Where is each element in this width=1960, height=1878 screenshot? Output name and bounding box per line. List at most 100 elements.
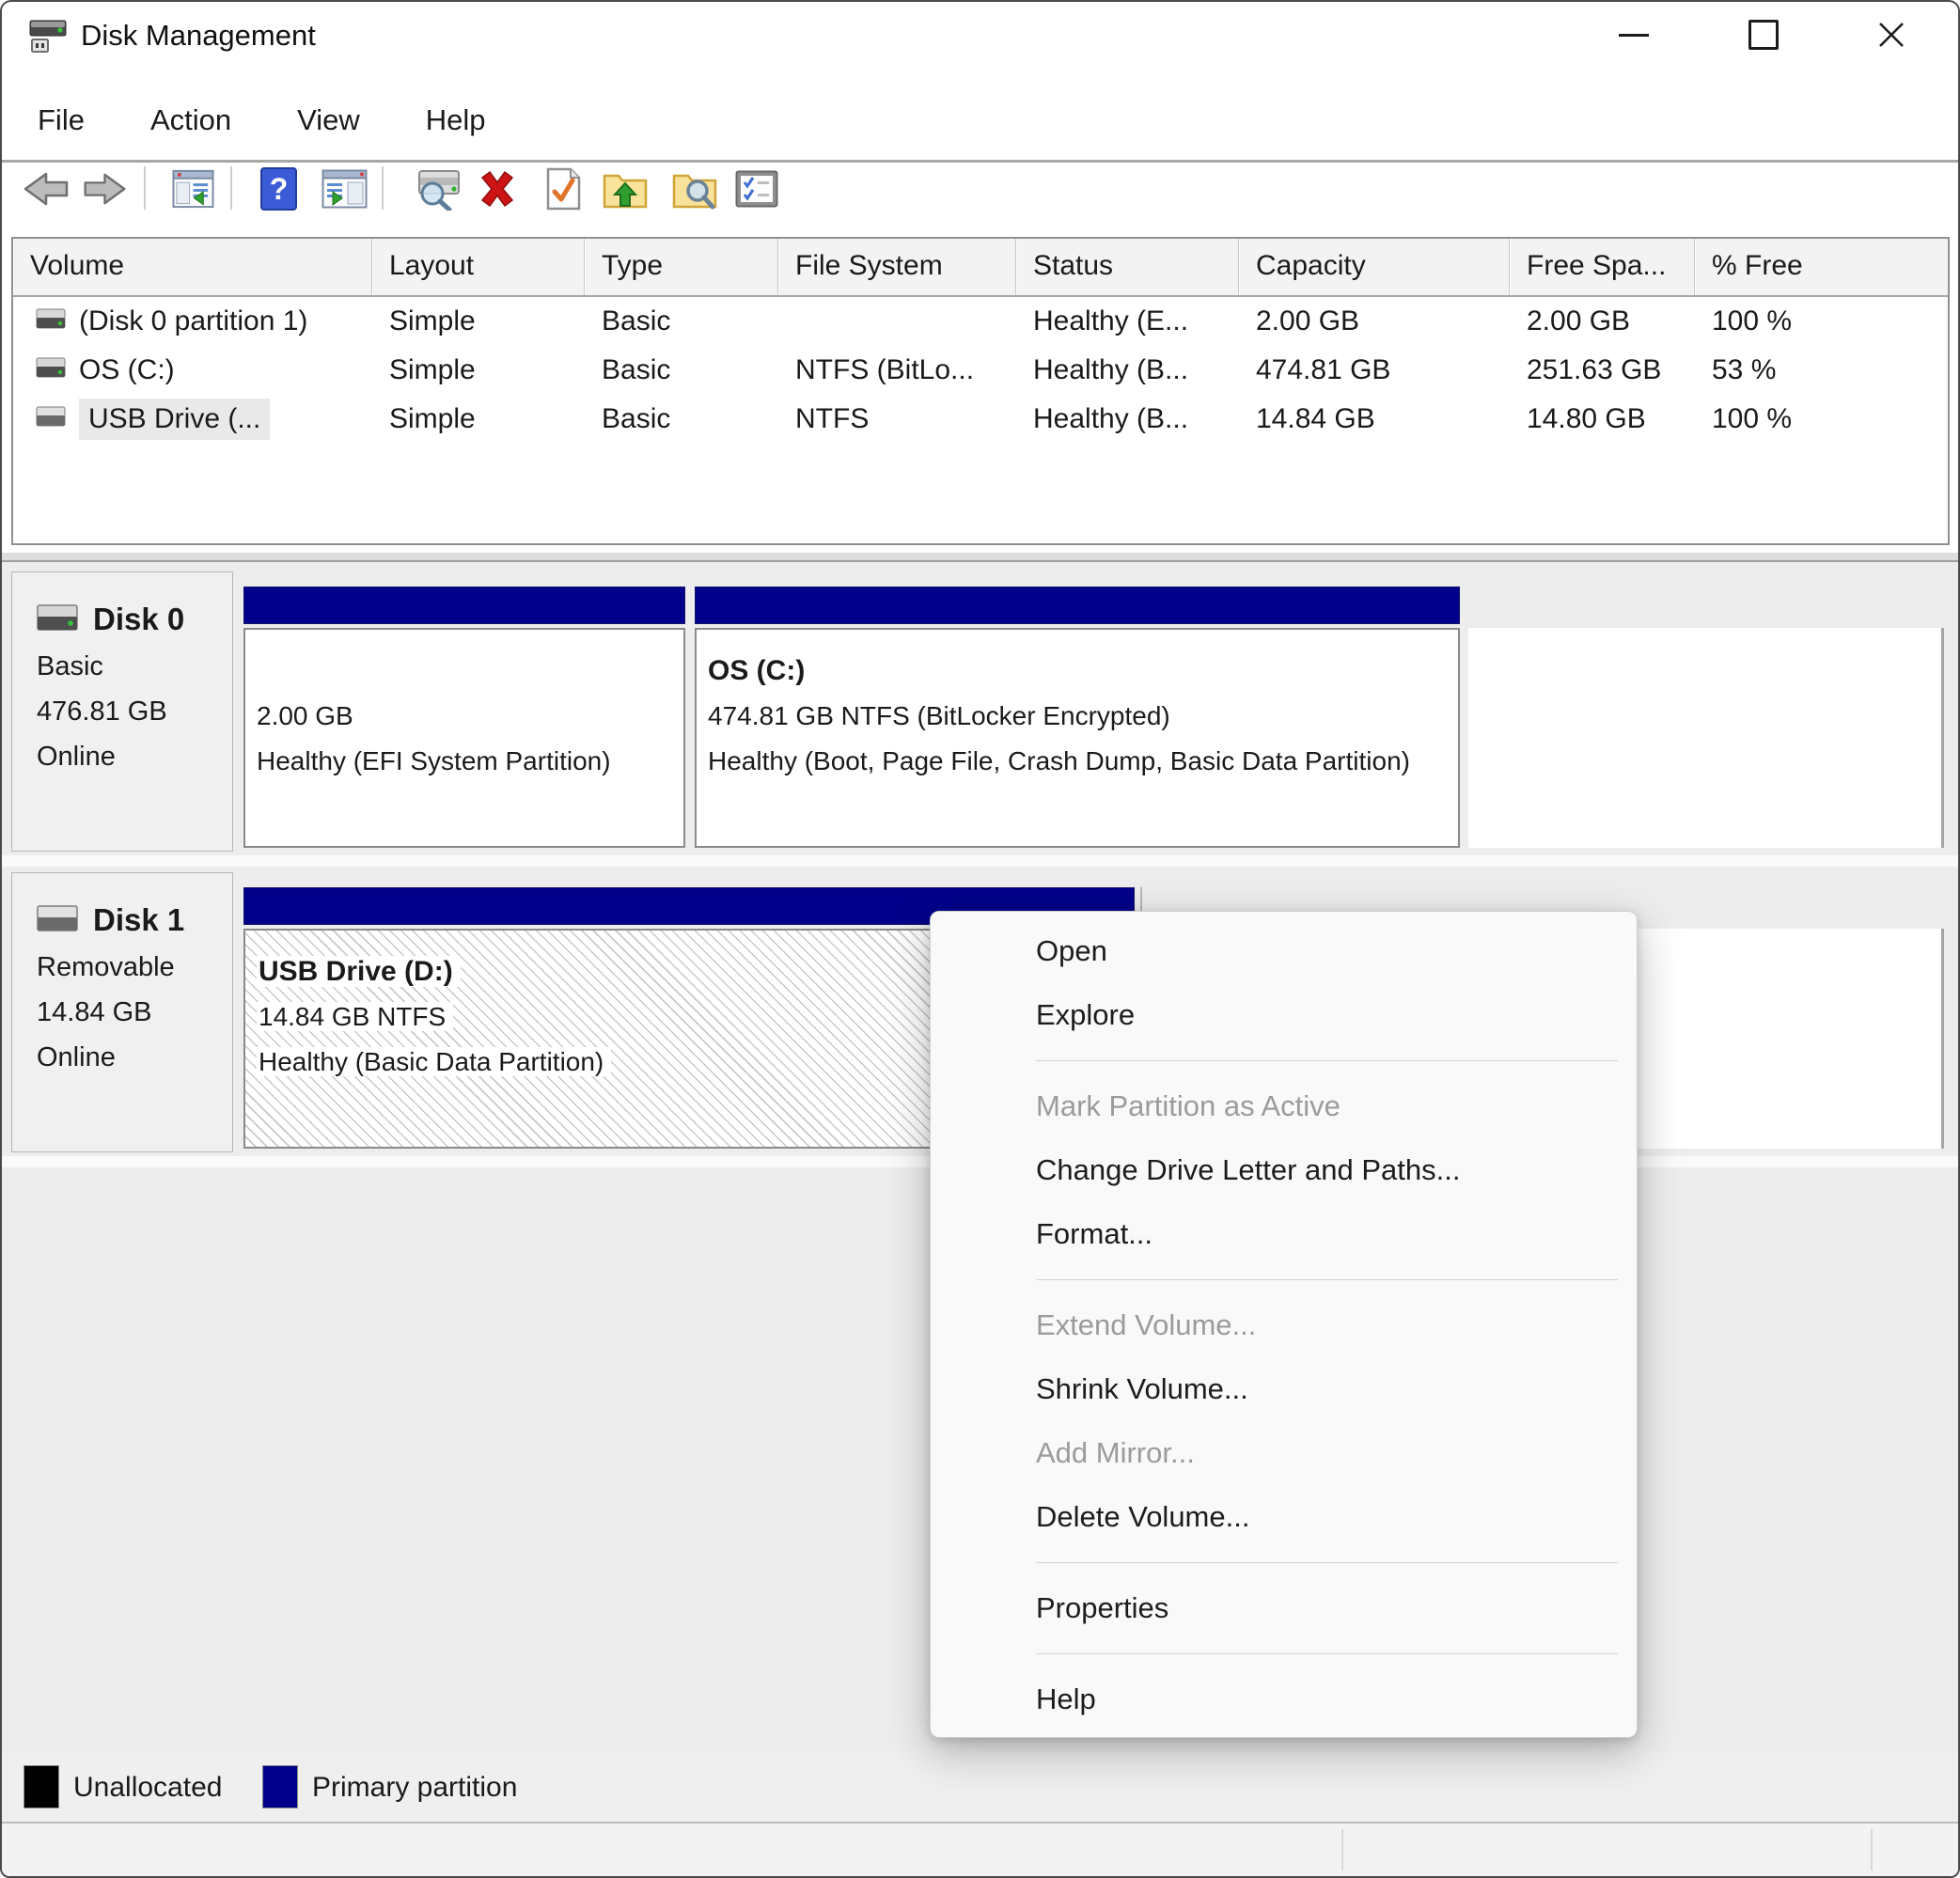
menu-item-format[interactable]: Format... bbox=[931, 1202, 1637, 1266]
disk-management-app-icon bbox=[28, 15, 68, 55]
disk1-icon bbox=[37, 903, 78, 938]
properties-list-icon[interactable] bbox=[735, 166, 778, 211]
disk0-size: 476.81 GB bbox=[37, 696, 167, 727]
disk0-panel[interactable]: Disk 0 Basic 476.81 GB Online bbox=[11, 571, 233, 852]
status-cell: Healthy (B... bbox=[1033, 354, 1189, 385]
unallocated-swatch bbox=[24, 1765, 59, 1808]
partition-status: Healthy (EFI System Partition) bbox=[257, 746, 611, 775]
splitter-bar[interactable] bbox=[2, 553, 1958, 562]
window-title: Disk Management bbox=[81, 19, 316, 52]
menu-item-mark-partition-active: Mark Partition as Active bbox=[1036, 1089, 1341, 1122]
disk0-icon bbox=[37, 603, 78, 637]
free-space-cell: 251.63 GB bbox=[1527, 354, 1662, 385]
show-action-pane-icon[interactable] bbox=[321, 166, 368, 211]
menu-item-extend-volume: Extend Volume... bbox=[1036, 1308, 1257, 1341]
file-system-cell: NTFS (BitLo... bbox=[795, 354, 975, 385]
menu-item-delete-volume[interactable]: Delete Volume... bbox=[931, 1485, 1637, 1549]
delete-volume-icon[interactable] bbox=[472, 166, 522, 211]
splitter[interactable] bbox=[2, 545, 1958, 553]
partition-label bbox=[257, 649, 672, 694]
toolbar-separator bbox=[144, 166, 146, 210]
status-bar-separator bbox=[1341, 1829, 1343, 1870]
col-volume[interactable]: Volume bbox=[13, 239, 372, 295]
menu-file[interactable]: File bbox=[15, 90, 107, 150]
col-layout[interactable]: Layout bbox=[372, 239, 585, 295]
primary-partition-swatch bbox=[262, 1765, 298, 1808]
volume-name: (Disk 0 partition 1) bbox=[79, 305, 308, 336]
minimize-icon bbox=[1619, 33, 1649, 37]
disk1-status: Online bbox=[37, 1042, 116, 1072]
volume-name: USB Drive (... bbox=[79, 399, 271, 440]
disk0-partition1[interactable]: 2.00 GB Healthy (EFI System Partition) bbox=[243, 628, 685, 848]
menu-separator bbox=[1036, 1562, 1618, 1563]
table-row[interactable]: (Disk 0 partition 1) Simple Basic Health… bbox=[13, 297, 1948, 346]
svg-text:?: ? bbox=[270, 172, 289, 206]
explore-folder-icon[interactable] bbox=[671, 166, 718, 211]
menu-action[interactable]: Action bbox=[128, 90, 254, 150]
disk1-panel[interactable]: Disk 1 Removable 14.84 GB Online bbox=[11, 872, 233, 1152]
close-button[interactable] bbox=[1848, 2, 1935, 68]
disk0-type: Basic bbox=[37, 651, 103, 681]
disk0-status: Online bbox=[37, 742, 116, 772]
toolbar-separator bbox=[230, 166, 232, 210]
usb-disk-icon bbox=[36, 395, 66, 444]
toolbar-separator bbox=[382, 166, 384, 210]
menu-view[interactable]: View bbox=[274, 90, 383, 150]
menu-item-shrink-volume[interactable]: Shrink Volume... bbox=[931, 1357, 1637, 1421]
col-capacity[interactable]: Capacity bbox=[1239, 239, 1510, 295]
capacity-cell: 2.00 GB bbox=[1256, 305, 1360, 336]
partition-size: 474.81 GB NTFS (BitLocker Encrypted) bbox=[708, 701, 1170, 730]
disk1-type: Removable bbox=[37, 952, 175, 982]
capacity-cell: 14.84 GB bbox=[1256, 403, 1375, 434]
maximize-button[interactable] bbox=[1720, 2, 1807, 68]
capacity-cell: 474.81 GB bbox=[1256, 354, 1391, 385]
legend-bar: Unallocated Primary partition bbox=[2, 1752, 1958, 1823]
table-row[interactable]: OS (C:) Simple Basic NTFS (BitLo... Heal… bbox=[13, 346, 1948, 395]
table-row-selected[interactable]: USB Drive (... Simple Basic NTFS Healthy… bbox=[13, 395, 1948, 444]
file-system-cell: NTFS bbox=[795, 403, 870, 434]
menu-item-change-drive-letter[interactable]: Change Drive Letter and Paths... bbox=[931, 1138, 1637, 1202]
menu-item-help[interactable]: Help bbox=[931, 1667, 1637, 1731]
file-system-cell bbox=[778, 297, 1016, 346]
show-console-tree-icon[interactable] bbox=[172, 166, 214, 211]
disk0-partition2[interactable]: OS (C:) 474.81 GB NTFS (BitLocker Encryp… bbox=[695, 628, 1460, 848]
volume-name-cell: USB Drive (... bbox=[13, 395, 372, 444]
volume-name-cell: (Disk 0 partition 1) bbox=[13, 297, 372, 346]
help-icon[interactable]: ? bbox=[260, 166, 297, 211]
layout-cell: Simple bbox=[389, 305, 476, 336]
disk0-empty-track bbox=[1468, 628, 1944, 848]
disk1-size: 14.84 GB bbox=[37, 997, 152, 1027]
partition-size: 2.00 GB bbox=[257, 701, 353, 730]
type-cell: Basic bbox=[602, 305, 671, 336]
status-bar-separator bbox=[1871, 1829, 1873, 1870]
layout-cell: Simple bbox=[389, 354, 476, 385]
menu-separator bbox=[1036, 1060, 1618, 1061]
title-bar: Disk Management bbox=[2, 2, 1958, 70]
back-icon[interactable] bbox=[19, 166, 72, 211]
menu-help[interactable]: Help bbox=[403, 90, 509, 150]
status-cell: Healthy (B... bbox=[1033, 403, 1189, 434]
open-folder-icon[interactable] bbox=[602, 166, 649, 211]
col-pct-free[interactable]: % Free bbox=[1695, 239, 1948, 295]
menu-item-open[interactable]: Open bbox=[931, 919, 1637, 983]
partition-status: Healthy (Boot, Page File, Crash Dump, Ba… bbox=[708, 746, 1410, 775]
rescan-disks-icon[interactable] bbox=[414, 166, 463, 211]
col-type[interactable]: Type bbox=[585, 239, 778, 295]
pct-free-cell: 100 % bbox=[1712, 403, 1793, 434]
col-file-system[interactable]: File System bbox=[778, 239, 1016, 295]
layout-cell: Simple bbox=[389, 403, 476, 434]
free-space-cell: 2.00 GB bbox=[1527, 305, 1631, 336]
pct-free-cell: 100 % bbox=[1712, 305, 1793, 336]
col-status[interactable]: Status bbox=[1016, 239, 1239, 295]
col-free-space[interactable]: Free Spa... bbox=[1510, 239, 1695, 295]
legend-label-unallocated: Unallocated bbox=[73, 1772, 223, 1803]
hard-disk-icon bbox=[36, 346, 66, 395]
hard-disk-icon bbox=[36, 297, 66, 346]
menu-item-properties[interactable]: Properties bbox=[931, 1576, 1637, 1640]
toolbar: ? bbox=[2, 163, 1958, 215]
forward-icon[interactable] bbox=[80, 166, 130, 211]
menu-separator bbox=[1036, 1279, 1618, 1280]
menu-item-explore[interactable]: Explore bbox=[931, 983, 1637, 1047]
minimize-button[interactable] bbox=[1591, 2, 1677, 68]
check-file-system-icon[interactable] bbox=[544, 166, 582, 211]
